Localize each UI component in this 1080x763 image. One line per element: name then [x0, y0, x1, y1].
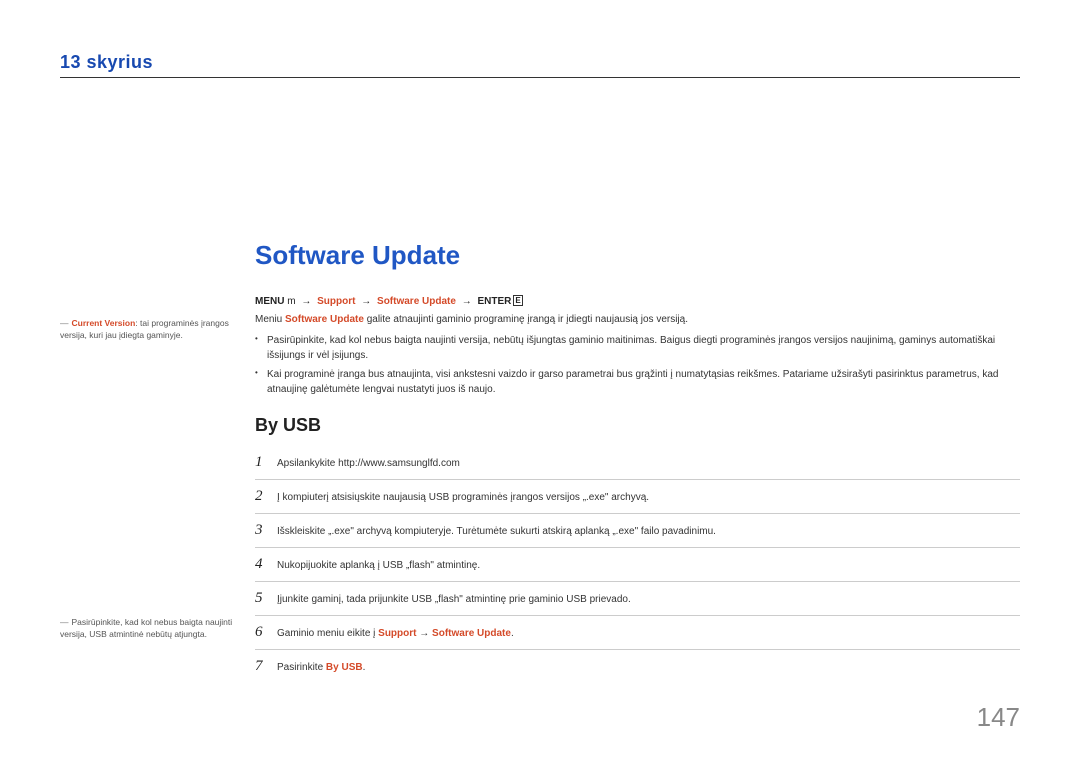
step-text: Gaminio meniu eikite į Support → Softwar… — [277, 628, 514, 639]
page-number: 147 — [977, 702, 1020, 733]
enter-icon: E — [513, 295, 522, 306]
path-support: Support — [317, 296, 355, 307]
step-row: 5 Įjunkite gaminį, tada prijunkite USB „… — [255, 582, 1020, 616]
header-rule: 13 skyrius — [60, 60, 1020, 78]
notes-list: Pasirūpinkite, kad kol nebus baigta nauj… — [255, 333, 1020, 397]
page: 13 skyrius ―Current Version: tai program… — [0, 0, 1080, 763]
step-text: Apsilankykite http://www.samsunglfd.com — [277, 458, 460, 469]
step-row: 7 Pasirinkite By USB. — [255, 650, 1020, 683]
path-software-update: Software Update — [377, 296, 456, 307]
step-text: Į kompiuterį atsisiųskite naujausią USB … — [277, 492, 649, 503]
section-by-usb: By USB — [255, 415, 1020, 436]
step-number: 4 — [255, 556, 277, 573]
step-number: 3 — [255, 522, 277, 539]
main-column: Software Update MENU m → Support → Softw… — [255, 240, 1020, 683]
step-text: Pasirinkite By USB. — [277, 662, 365, 673]
step-number: 5 — [255, 590, 277, 607]
step-text: Išskleiskite „.exe" archyvą kompiuteryje… — [277, 526, 716, 537]
step-row: 1 Apsilankykite http://www.samsunglfd.co… — [255, 446, 1020, 480]
step-number: 6 — [255, 624, 277, 641]
step-number: 2 — [255, 488, 277, 505]
page-title: Software Update — [255, 240, 1020, 271]
step-row: 6 Gaminio meniu eikite į Support → Softw… — [255, 616, 1020, 650]
step-number: 7 — [255, 658, 277, 675]
step-row: 2 Į kompiuterį atsisiųskite naujausią US… — [255, 480, 1020, 514]
note-item: Kai programinė įranga bus atnaujinta, vi… — [255, 367, 1020, 397]
current-version-label: Current Version — [72, 318, 136, 328]
step-text: Nukopijuokite aplanką į USB „flash" atmi… — [277, 560, 480, 571]
menu-path: MENU m → Support → Software Update → ENT… — [255, 295, 1020, 307]
step-row: 3 Išskleiskite „.exe" archyvą kompiutery… — [255, 514, 1020, 548]
steps-list: 1 Apsilankykite http://www.samsunglfd.co… — [255, 446, 1020, 683]
step-number: 1 — [255, 454, 277, 471]
step-text: Įjunkite gaminį, tada prijunkite USB „fl… — [277, 594, 631, 605]
note-item: Pasirūpinkite, kad kol nebus baigta nauj… — [255, 333, 1020, 363]
chapter-brand: 13 skyrius — [60, 52, 200, 73]
side-note-current-version: ―Current Version: tai programinės įrango… — [60, 318, 240, 342]
step-row: 4 Nukopijuokite aplanką į USB „flash" at… — [255, 548, 1020, 582]
description: Meniu Software Update galite atnaujinti … — [255, 313, 1020, 327]
side-note-usb-warning: ―Pasirūpinkite, kad kol nebus baigta nau… — [60, 617, 240, 641]
